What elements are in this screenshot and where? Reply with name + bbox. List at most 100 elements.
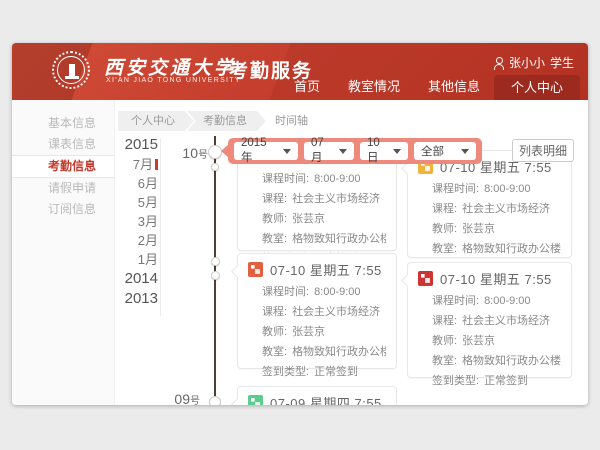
field-label: 教师: [262,213,287,225]
timeline-node [211,257,220,266]
month-dropdown[interactable]: 07月 [304,142,354,160]
field-value: 正常签到 [314,366,358,378]
attendance-card[interactable]: 07-10 星期五 7:55 课程时间: 8:00-9:00 课程: 社会主义市场经… [407,262,572,378]
field-label: 课程: [262,193,287,205]
field-value: 张芸京 [462,223,495,235]
attendance-status-icon [248,395,263,406]
field-value: 张芸京 [462,335,495,347]
chevron-down-icon [339,149,347,154]
field-value: 格物致知行政办公楼 [462,355,561,367]
field-value: 正常签到 [484,375,528,387]
sidebar-item-basic-info[interactable]: 基本信息 [12,113,114,134]
sidebar: 基本信息 课表信息 考勤信息 请假申请 订阅信息 [12,100,115,405]
field-value: 社会主义市场经济 [292,306,380,318]
field-value: 张芸京 [292,213,325,225]
year-dropdown[interactable]: 2015年 [234,142,298,160]
field-value: 社会主义市场经济 [462,203,550,215]
field-label: 教室: [432,355,457,367]
field-label: 签到类型: [432,375,479,387]
axis-year-2014: 2014 [112,269,158,289]
axis-month-jun: 6月 [112,174,158,193]
card-date: 07-10 星期五 7:55 [440,269,552,288]
field-value: 8:00-9:00 [314,286,360,298]
field-label: 签到类型: [262,366,309,378]
day-dropdown[interactable]: 10日 [360,142,408,160]
field-label: 课程时间: [262,173,309,185]
user-menu[interactable]: 张小小 学生 [494,54,574,71]
university-logo [52,51,90,89]
chevron-down-icon [461,149,469,154]
user-role: 学生 [550,54,574,71]
field-label: 课程时间: [262,286,309,298]
sidebar-item-subscription[interactable]: 订阅信息 [12,199,114,220]
field-value: 8:00-9:00 [484,183,530,195]
field-value: 张芸京 [292,326,325,338]
attendance-status-icon [248,262,263,277]
main-nav: 首页 教室情况 其他信息 个人中心 [280,74,580,100]
timeline-node [211,271,220,280]
field-label: 教师: [432,223,457,235]
breadcrumb-timeline[interactable]: 时间轴 [259,111,327,131]
field-label: 课程: [432,203,457,215]
chevron-down-icon [283,149,291,154]
field-value: 8:00-9:00 [314,173,360,185]
axis-year-2015: 2015 [112,135,158,155]
current-month-marker [155,159,158,170]
axis-month-may: 5月 [112,193,158,212]
sidebar-item-attendance[interactable]: 考勤信息 [12,155,114,178]
nav-item-classrooms[interactable]: 教室情况 [334,74,414,100]
nav-item-personal-center[interactable]: 个人中心 [494,75,580,100]
day-label-10: 10号 [172,145,208,161]
timeline-node [211,163,219,171]
attendance-card[interactable]: 07-10 星期五 7:55 课程时间:8:00-9:00 课程:社会主义市场经… [407,150,572,258]
breadcrumb-personal-center[interactable]: 个人中心 [118,111,194,131]
timeline-node [208,145,222,159]
type-dropdown[interactable]: 全部 [414,142,476,160]
axis-month-feb: 2月 [112,231,158,250]
app-header: 西安交通大学 XI'AN JIAO TONG UNIVERSITY 考勤服务 张… [12,43,588,100]
field-value: 社会主义市场经济 [292,193,380,205]
field-label: 教室: [432,243,457,255]
nav-item-home[interactable]: 首页 [280,74,334,100]
attendance-status-icon [418,271,433,286]
breadcrumb: 个人中心 考勤信息 时间轴 [118,111,327,131]
page-background: { "colors": { "header_red": "#c63e2d", "… [0,0,600,450]
field-label: 教师: [262,326,287,338]
axis-year-2013: 2013 [112,289,158,309]
axis-month-jul: 7月 [112,155,158,174]
field-label: 教师: [432,335,457,347]
field-label: 教室: [262,233,287,245]
card-date: 07-09 星期四 7:55 [270,393,382,406]
field-value: 8:00-9:00 [484,295,530,307]
university-name-en: XI'AN JIAO TONG UNIVERSITY [106,77,241,84]
user-icon [494,57,504,69]
timeline-node [209,396,221,405]
axis-month-jan: 1月 [112,250,158,269]
app-window: 西安交通大学 XI'AN JIAO TONG UNIVERSITY 考勤服务 张… [12,43,588,405]
list-detail-button[interactable]: 列表明细 [512,139,574,162]
field-label: 课程时间: [432,183,479,195]
timeline-axis: 2015 7月 6月 5月 3月 2月 1月 2014 2013 [112,135,158,309]
card-date: 07-10 星期五 7:55 [270,260,382,279]
attendance-card[interactable]: 07-10 星期五 7:55 课程时间: 8:00-9:00 课程: 社会主义市场经… [237,253,397,369]
chevron-down-icon [393,149,401,154]
field-label: 教室: [262,346,287,358]
axis-month-mar: 3月 [112,212,158,231]
field-label: 课程时间: [432,295,479,307]
sidebar-item-leave-request[interactable]: 请假申请 [12,178,114,199]
field-label: 课程: [432,315,457,327]
field-label: 课程: [262,306,287,318]
nav-item-other-info[interactable]: 其他信息 [414,74,494,100]
field-value: 格物致知行政办公楼 [292,233,386,245]
field-value: 格物致知行政办公楼 [292,346,386,358]
field-value: 社会主义市场经济 [462,315,550,327]
axis-divider [160,138,161,316]
date-filter-bubble: 2015年 07月 10日 全部 [228,138,482,164]
field-value: 格物致知行政办公楼 [462,243,561,255]
day-label-09: 09号 [164,391,200,405]
breadcrumb-attendance[interactable]: 考勤信息 [187,111,266,131]
user-name: 张小小 [509,54,545,71]
university-name-cn: 西安交通大学 [104,53,236,80]
sidebar-item-timetable[interactable]: 课表信息 [12,134,114,155]
attendance-card[interactable]: 07-09 星期四 7:55 [237,386,397,405]
